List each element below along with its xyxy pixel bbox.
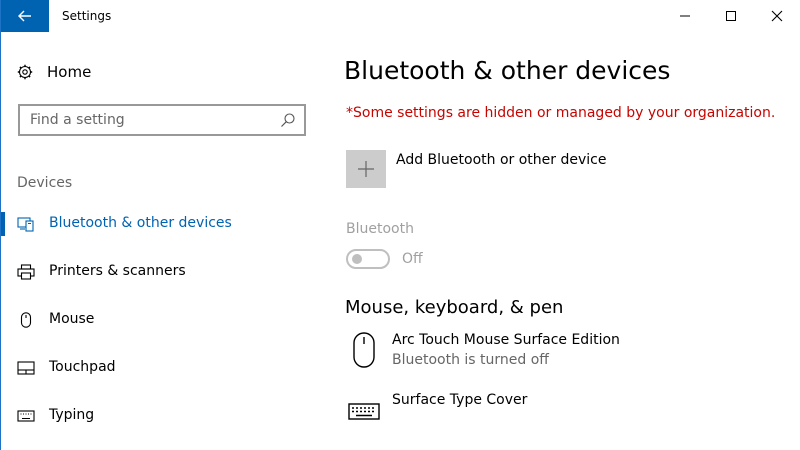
- selection-indicator: [1, 308, 5, 332]
- bluetooth-toggle-state: Off: [402, 251, 423, 267]
- sidebar-item-bluetooth[interactable]: Bluetooth & other devices: [1, 204, 321, 244]
- selection-indicator: [1, 260, 5, 284]
- device-name: Arc Touch Mouse Surface Edition: [392, 332, 620, 348]
- settings-window: Settings Home Find a setting Devices Blu…: [0, 0, 800, 450]
- back-button[interactable]: [1, 0, 49, 32]
- home-label: Home: [47, 63, 92, 81]
- device-item-keyboard[interactable]: Surface Type Cover: [346, 392, 766, 438]
- minimize-button[interactable]: [662, 0, 708, 32]
- add-device-label: Add Bluetooth or other device: [396, 152, 607, 168]
- gear-icon: [17, 64, 33, 80]
- sidebar-item-label: Typing: [49, 407, 95, 423]
- title-bar: Settings: [1, 0, 800, 32]
- sidebar-item-typing[interactable]: Typing: [1, 396, 321, 436]
- mouse-icon: [353, 332, 375, 368]
- nav-section-title: Devices: [17, 175, 73, 191]
- selection-indicator: [1, 404, 5, 428]
- section-heading: Mouse, keyboard, & pen: [345, 297, 564, 318]
- minimize-icon: [680, 15, 690, 17]
- managed-warning: *Some settings are hidden or managed by …: [346, 105, 776, 121]
- mouse-icon: [20, 312, 32, 328]
- device-icon: [346, 392, 382, 428]
- sidebar-item-label: Touchpad: [49, 359, 116, 375]
- keyboard-icon: [17, 410, 35, 422]
- device-icon: [346, 332, 382, 368]
- sidebar-item-label: Bluetooth & other devices: [49, 215, 232, 231]
- plus-icon: [358, 161, 374, 177]
- maximize-icon: [726, 11, 736, 21]
- device-status: Bluetooth is turned off: [392, 352, 549, 368]
- nav-home[interactable]: Home: [17, 60, 91, 84]
- maximize-button[interactable]: [708, 0, 754, 32]
- device-item-mouse[interactable]: Arc Touch Mouse Surface Edition Bluetoot…: [346, 332, 766, 378]
- touchpad-icon: [17, 361, 35, 375]
- search-box[interactable]: [18, 104, 306, 136]
- sidebar-item-label: Printers & scanners: [49, 263, 186, 279]
- keyboard-icon: [348, 403, 380, 420]
- bluetooth-devices-icon: [17, 217, 34, 232]
- search-input[interactable]: [30, 110, 270, 130]
- page-title: Bluetooth & other devices: [344, 56, 671, 85]
- search-icon[interactable]: [280, 112, 296, 128]
- device-name: Surface Type Cover: [392, 392, 528, 408]
- close-icon: [771, 10, 783, 22]
- printer-icon: [17, 264, 35, 280]
- selection-indicator: [1, 356, 5, 380]
- bluetooth-toggle[interactable]: [346, 249, 390, 269]
- sidebar-item-printers[interactable]: Printers & scanners: [1, 252, 321, 292]
- sidebar-item-mouse[interactable]: Mouse: [1, 300, 321, 340]
- selection-indicator: [1, 212, 5, 236]
- sidebar-item-label: Mouse: [49, 311, 95, 327]
- toggle-knob: [352, 254, 362, 264]
- close-button[interactable]: [754, 0, 800, 32]
- add-tile: [346, 150, 386, 188]
- back-arrow-icon: [18, 10, 31, 22]
- add-device-button[interactable]: Add Bluetooth or other device: [346, 150, 666, 190]
- app-title: Settings: [62, 9, 112, 23]
- bluetooth-label: Bluetooth: [346, 221, 414, 237]
- sidebar-item-touchpad[interactable]: Touchpad: [1, 348, 321, 388]
